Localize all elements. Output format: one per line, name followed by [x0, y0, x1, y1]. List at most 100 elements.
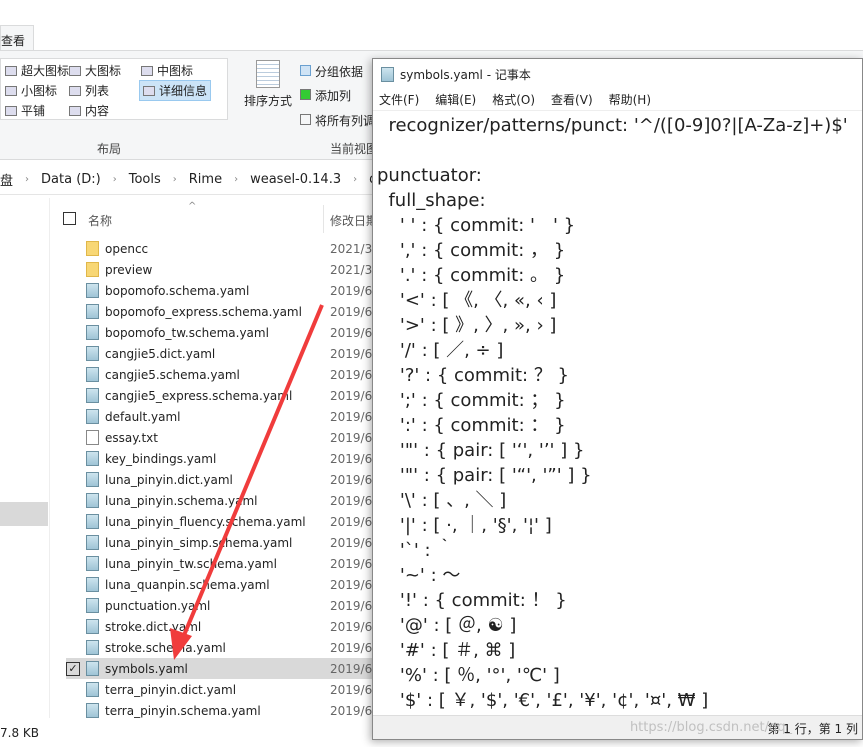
- text-line: '|' : [ ·, ｜, '§', '¦' ]: [377, 515, 552, 536]
- details-icon: [143, 85, 155, 96]
- menu-format[interactable]: 格式(O): [492, 91, 535, 108]
- menu-view[interactable]: 查看(V): [551, 91, 593, 108]
- menu-edit[interactable]: 编辑(E): [435, 91, 476, 108]
- file-date: 2019/6/: [330, 451, 377, 466]
- fit-columns-button[interactable]: 将所有列调: [300, 112, 375, 129]
- file-row[interactable]: luna_pinyin_simp.schema.yaml 2019/6/: [66, 532, 376, 553]
- file-row[interactable]: luna_pinyin_fluency.schema.yaml 2019/6/: [66, 511, 376, 532]
- file-date: 2019/6/: [330, 346, 377, 361]
- group-by-button[interactable]: 分组依据: [300, 63, 363, 80]
- file-row[interactable]: terra_pinyin.schema.yaml 2019/6/: [66, 700, 376, 721]
- file-date: 2019/6/: [330, 325, 377, 340]
- file-row[interactable]: punctuation.yaml 2019/6/: [66, 595, 376, 616]
- label: 小图标: [21, 84, 58, 98]
- navigation-selected-item[interactable]: [0, 502, 48, 526]
- chevron-right-icon[interactable]: ›: [113, 174, 117, 185]
- layout-list[interactable]: 列表: [69, 82, 109, 99]
- file-row[interactable]: key_bindings.yaml 2019/6/: [66, 448, 376, 469]
- text-line: ' ' : { commit: ' ' }: [377, 215, 576, 236]
- label: 内容: [85, 104, 110, 118]
- text-line: '`' : ｀: [377, 540, 455, 561]
- breadcrumb-item[interactable]: weasel-0.14.3: [250, 172, 341, 187]
- text-editor[interactable]: recognizer/patterns/punct: '^/([0-9]0?|[…: [377, 111, 862, 716]
- file-row[interactable]: luna_pinyin_tw.schema.yaml 2019/6/: [66, 553, 376, 574]
- chevron-right-icon[interactable]: ›: [25, 174, 29, 185]
- file-row[interactable]: cangjie5.dict.yaml 2019/6/: [66, 343, 376, 364]
- menu-help[interactable]: 帮助(H): [609, 91, 651, 108]
- notepad-window: symbols.yaml - 记事本 文件(F) 编辑(E) 格式(O) 查看(…: [372, 58, 863, 740]
- sort-button[interactable]: 排序方式: [244, 60, 292, 109]
- text-line: '?' : { commit: ？ }: [377, 365, 570, 386]
- content-icon: [69, 105, 81, 116]
- label: 将所有列调: [315, 114, 376, 128]
- navigation-pane[interactable]: [0, 198, 50, 718]
- label: 超大图标: [21, 64, 70, 78]
- list-icon: [69, 85, 81, 96]
- file-row[interactable]: opencc 2021/3/: [66, 238, 376, 259]
- file-row[interactable]: bopomofo_tw.schema.yaml 2019/6/: [66, 322, 376, 343]
- column-header: ^ 名称 修改日期: [60, 201, 380, 233]
- file-date: 2019/6/: [330, 598, 377, 613]
- layout-group-label: 布局: [97, 142, 122, 156]
- yaml-file-icon: [86, 577, 99, 592]
- text-line: '"' : { pair: [ '‘', '’' ] }: [377, 440, 585, 461]
- chevron-right-icon[interactable]: ›: [353, 174, 357, 185]
- fit-columns-icon: [300, 114, 311, 125]
- chevron-right-icon[interactable]: ›: [173, 174, 177, 185]
- layout-extra-large-icons[interactable]: 超大图标: [5, 62, 69, 79]
- row-checkbox[interactable]: ✓: [66, 661, 80, 676]
- file-row[interactable]: default.yaml 2019/6/: [66, 406, 376, 427]
- breadcrumb-item[interactable]: 盘: [0, 170, 13, 189]
- file-row[interactable]: stroke.schema.yaml 2019/6/: [66, 637, 376, 658]
- tab-view[interactable]: 查看: [0, 25, 34, 51]
- file-row[interactable]: luna_pinyin.dict.yaml 2019/6/: [66, 469, 376, 490]
- file-date: 2019/6/: [330, 577, 377, 592]
- text-line: '~' : ～: [377, 565, 461, 586]
- file-row[interactable]: stroke.dict.yaml 2019/6/: [66, 616, 376, 637]
- sort-ascending-icon: ^: [188, 201, 197, 212]
- layout-content[interactable]: 内容: [69, 102, 109, 119]
- text-line: '#' : [ ＃, ⌘ ]: [377, 640, 516, 661]
- text-line: '"' : { pair: [ '“', '”' ] }: [377, 465, 592, 486]
- tiles-icon: [5, 105, 17, 116]
- column-name[interactable]: 名称: [88, 212, 112, 229]
- select-all-checkbox[interactable]: [63, 212, 76, 225]
- layout-small-icons[interactable]: 小图标: [5, 82, 57, 99]
- folder-file-icon: [86, 241, 99, 256]
- breadcrumb-item[interactable]: Data (D:): [41, 172, 101, 187]
- column-date[interactable]: 修改日期: [323, 205, 378, 233]
- file-row[interactable]: luna_pinyin.schema.yaml 2019/6/: [66, 490, 376, 511]
- file-row[interactable]: essay.txt 2019/6/: [66, 427, 376, 448]
- yaml-file-icon: [86, 493, 99, 508]
- file-row[interactable]: cangjie5.schema.yaml 2019/6/: [66, 364, 376, 385]
- layout-details[interactable]: 详细信息: [139, 80, 212, 101]
- large-icons-icon: [69, 65, 81, 76]
- yaml-file-icon: [86, 640, 99, 655]
- layout-large-icons[interactable]: 大图标: [69, 62, 121, 79]
- window-title: symbols.yaml - 记事本: [400, 67, 531, 82]
- label: 排序方式: [244, 94, 293, 108]
- text-line: [377, 138, 862, 163]
- file-date: 2021/3/: [330, 241, 377, 256]
- notepad-title-bar[interactable]: symbols.yaml - 记事本: [373, 59, 862, 89]
- yaml-file-icon: [86, 325, 99, 340]
- file-date: 2019/6/: [330, 556, 377, 571]
- menu-file[interactable]: 文件(F): [379, 91, 419, 108]
- file-row[interactable]: terra_pinyin.dict.yaml 2019/6/: [66, 679, 376, 700]
- yaml-file-icon: [86, 388, 99, 403]
- label: 列表: [85, 84, 110, 98]
- file-row[interactable]: cangjie5_express.schema.yaml 2019/6/: [66, 385, 376, 406]
- file-row[interactable]: luna_quanpin.schema.yaml 2019/6/: [66, 574, 376, 595]
- layout-tiles[interactable]: 平铺: [5, 102, 45, 119]
- breadcrumb-item[interactable]: Rime: [189, 172, 222, 187]
- file-row[interactable]: ✓ symbols.yaml 2019/6/: [66, 658, 376, 679]
- file-date: 2019/6/: [330, 472, 377, 487]
- file-row[interactable]: preview 2021/3/: [66, 259, 376, 280]
- file-date: 2019/6/: [330, 493, 377, 508]
- layout-medium-icons[interactable]: 中图标: [141, 62, 193, 79]
- add-column-button[interactable]: 添加列: [300, 87, 351, 104]
- file-row[interactable]: bopomofo_express.schema.yaml 2019/6/: [66, 301, 376, 322]
- breadcrumb-item[interactable]: Tools: [129, 172, 161, 187]
- chevron-right-icon[interactable]: ›: [234, 174, 238, 185]
- file-row[interactable]: bopomofo.schema.yaml 2019/6/: [66, 280, 376, 301]
